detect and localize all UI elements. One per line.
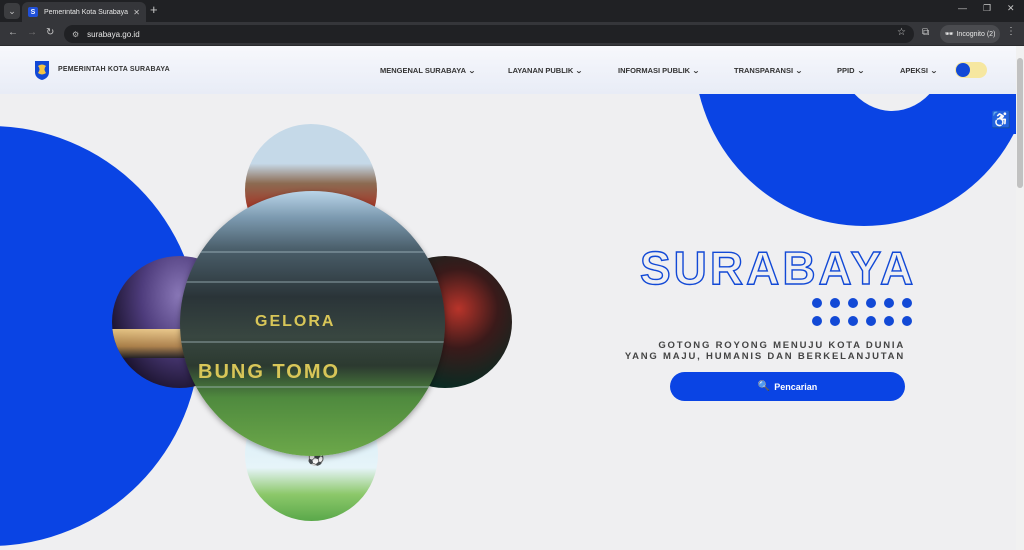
favicon-icon: S	[28, 7, 38, 17]
reload-icon[interactable]: ↻	[46, 27, 54, 38]
dot	[812, 298, 822, 308]
dot	[884, 298, 894, 308]
new-tab-icon[interactable]: +	[150, 3, 158, 17]
hero-tagline: GOTONG ROYONG MENUJU KOTA DUNIA YANG MAJ…	[580, 340, 905, 362]
dot	[830, 316, 840, 326]
theme-toggle[interactable]	[955, 62, 987, 78]
toggle-knob	[956, 63, 970, 77]
site-header: PEMERINTAH KOTA SURABAYA MENGENAL SURABA…	[0, 46, 1016, 94]
dot	[848, 298, 858, 308]
browser-tabbar: ⌄ S Pemerintah Kota Surabaya ✕ + — ❐ ✕	[0, 0, 1024, 22]
restore-icon[interactable]: ❐	[983, 3, 991, 14]
tab-title: Pemerintah Kota Surabaya	[44, 8, 129, 16]
site-info-icon[interactable]: ⚙	[72, 30, 79, 39]
dot	[848, 316, 858, 326]
star-icon[interactable]: ☆	[897, 27, 906, 38]
surabaya-logo-icon[interactable]	[34, 60, 50, 80]
address-bar[interactable]: ⚙ surabaya.go.id ☆	[64, 25, 914, 43]
dot	[866, 298, 876, 308]
nav-informasi-publik[interactable]: INFORMASI PUBLIK ⌄	[618, 66, 700, 75]
extensions-icon[interactable]: ⧉	[922, 27, 929, 38]
roof-beam	[180, 281, 445, 283]
dot	[812, 316, 822, 326]
stadium-text-gelora: GELORA	[255, 313, 336, 330]
tab-search-icon[interactable]: ⌄	[4, 3, 20, 19]
web-page: PEMERINTAH KOTA SURABAYA MENGENAL SURABA…	[0, 46, 1016, 550]
decor-dots	[812, 298, 912, 326]
stand-rail	[180, 341, 445, 343]
nav-apeksi[interactable]: APEKSI ⌄	[900, 66, 938, 75]
dot	[884, 316, 894, 326]
tagline-line-1: GOTONG ROYONG MENUJU KOTA DUNIA	[658, 340, 905, 351]
nav-layanan-publik[interactable]: LAYANAN PUBLIK ⌄	[508, 66, 584, 75]
dot	[830, 298, 840, 308]
nav-label: INFORMASI PUBLIK	[618, 66, 691, 75]
dot	[902, 316, 912, 326]
stadium-text-bung-tomo: BUNG TOMO	[198, 361, 341, 383]
accessibility-icon: ♿	[991, 112, 1011, 129]
nav-transparansi[interactable]: TRANSPARANSI ⌄	[734, 66, 803, 75]
nav-label: LAYANAN PUBLIK	[508, 66, 574, 75]
window-close-icon[interactable]: ✕	[1007, 3, 1015, 14]
search-label: Pencarian	[774, 381, 818, 392]
search-button[interactable]: 🔍 Pencarian	[670, 372, 905, 401]
url-text: surabaya.go.id	[87, 29, 140, 39]
tagline-line-2: YANG MAJU, HUMANIS DAN BERKELANJUTAN	[624, 351, 905, 362]
nav-label: PPID	[837, 66, 855, 75]
minimize-icon[interactable]: —	[958, 3, 967, 13]
nav-ppid[interactable]: PPID ⌄	[837, 66, 865, 75]
menu-icon[interactable]: ⋮	[1006, 26, 1016, 37]
stand-rail	[180, 386, 445, 388]
accessibility-button[interactable]: ♿	[986, 106, 1016, 134]
incognito-icon: 🕶	[944, 31, 954, 38]
scroll-thumb[interactable]	[1017, 58, 1023, 188]
dot	[866, 316, 876, 326]
nav-label: TRANSPARANSI	[734, 66, 794, 75]
nav-label: MENGENAL SURABAYA	[380, 66, 466, 75]
hero-title: SURABAYA	[639, 241, 917, 294]
search-icon: 🔍	[757, 381, 771, 392]
back-icon[interactable]: ←	[8, 27, 18, 38]
chevron-down-icon: ⌄	[856, 67, 865, 75]
page-scrollbar[interactable]	[1016, 46, 1024, 550]
browser-toolbar: ← → ↻ ⚙ surabaya.go.id ☆ ⧉ 🕶 Incognito (…	[0, 22, 1024, 46]
site-brand[interactable]: PEMERINTAH KOTA SURABAYA	[58, 66, 170, 73]
browser-tab[interactable]: S Pemerintah Kota Surabaya ✕	[22, 2, 146, 22]
nav-mengenal-surabaya[interactable]: MENGENAL SURABAYA ⌄	[380, 66, 476, 75]
tab-close-icon[interactable]: ✕	[133, 8, 140, 17]
chevron-down-icon: ⌄	[575, 67, 584, 75]
chevron-down-icon: ⌄	[692, 67, 700, 75]
forward-icon[interactable]: →	[27, 27, 37, 38]
nav-label: APEKSI	[900, 66, 928, 75]
incognito-label: Incognito (2)	[956, 30, 996, 38]
incognito-badge[interactable]: 🕶 Incognito (2)	[940, 25, 1000, 43]
photo-stadium: GELORA BUNG TOMO	[180, 191, 445, 456]
chevron-down-icon: ⌄	[468, 67, 476, 75]
dot	[902, 298, 912, 308]
roof-beam	[180, 251, 445, 253]
chevron-down-icon: ⌄	[930, 67, 938, 75]
chevron-down-icon: ⌄	[795, 67, 803, 75]
